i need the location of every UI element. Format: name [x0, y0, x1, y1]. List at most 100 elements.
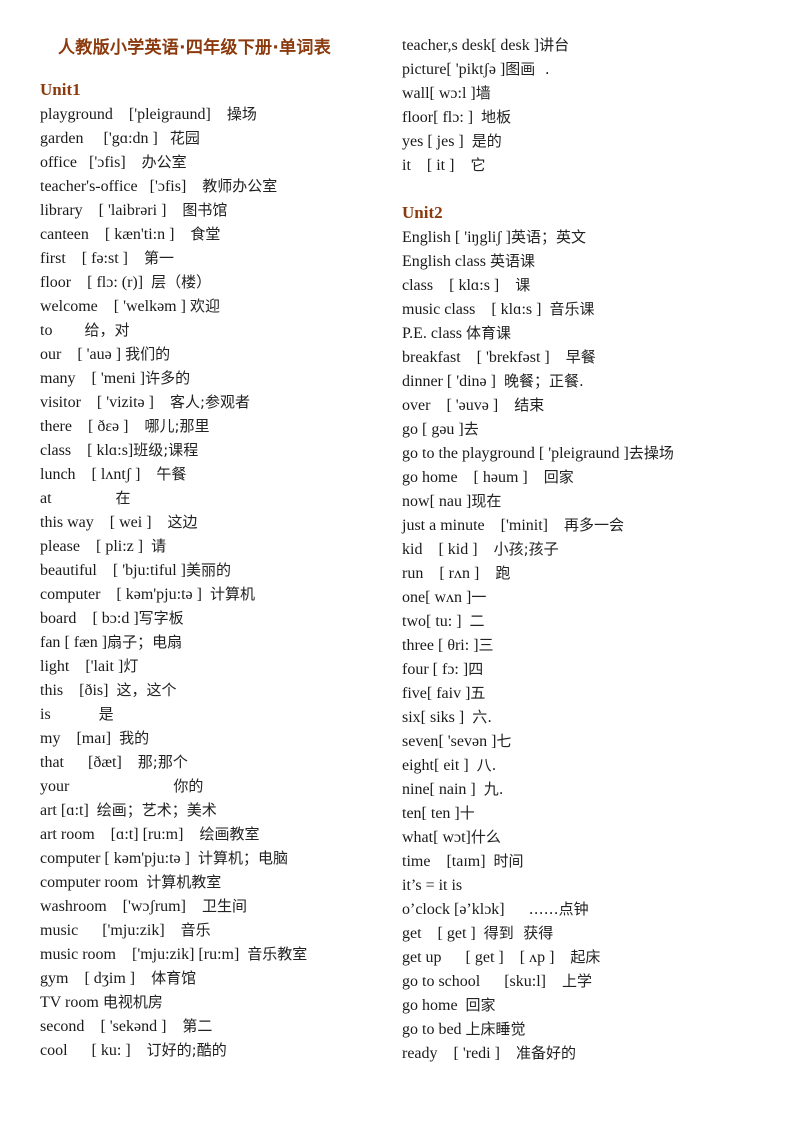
entry-word: cool	[40, 1042, 68, 1059]
spacing	[548, 517, 564, 534]
entry-meaning: 再多一会	[563, 516, 624, 534]
vocab-entry: garden ['gɑ:dn ] 花园	[40, 126, 400, 150]
entry-meaning: 是的	[471, 132, 502, 150]
vocab-entry: computer room 计算机教室	[40, 870, 400, 894]
entry-phonetic: [ wei ]	[109, 514, 152, 531]
spacing	[499, 277, 515, 294]
vocab-entry: computer [ kəm'pju:tə ] 计算机；电脑	[40, 846, 400, 870]
entry-word: garden	[40, 130, 84, 147]
page-title: 人教版小学英语·四年级下册·单词表	[58, 38, 332, 58]
entry-phonetic: [ rʌn ]	[439, 565, 480, 582]
vocab-entry: one[ wʌn ]一	[402, 585, 762, 609]
entry-phonetic: [ tu: ]	[426, 613, 462, 630]
entry-word: lunch	[40, 466, 76, 483]
entry-word: beautiful	[40, 562, 97, 579]
entry-word: many	[40, 370, 76, 387]
entry-meaning: 教师办公室	[202, 177, 278, 195]
entry-meaning: 四	[468, 660, 484, 678]
spacing	[63, 682, 79, 699]
vocab-entry: breakfast [ 'brekfəst ] 早餐	[402, 345, 762, 369]
entry-word: it’s = it is	[402, 877, 463, 894]
spacing	[69, 658, 85, 675]
entry-word: now	[402, 493, 430, 510]
entry-phonetic: [ 'welkəm ]	[113, 298, 186, 315]
entry-phonetic: [ 'dinə ]	[446, 373, 496, 390]
entry-meaning: 它	[470, 156, 486, 174]
entry-phonetic: ['lait ]	[85, 658, 124, 675]
entry-phonetic: [ siks ]	[420, 709, 465, 726]
vocab-entry: first [ fə:st ] 第一	[40, 246, 400, 270]
entry-meaning: 客人;参观者	[169, 393, 251, 411]
spacing	[76, 610, 92, 627]
entry-meaning: 跑	[495, 564, 511, 582]
entry-word: floor	[40, 274, 72, 291]
entry-word: music room	[40, 946, 116, 963]
vocab-entry: over [ 'əuvə ] 结束	[402, 393, 762, 417]
entry-phonetic: [ðæt]	[88, 754, 122, 771]
entry-meaning: 绘画；艺术；美术	[96, 801, 217, 819]
entry-word: teacher,s desk	[402, 37, 492, 54]
spacing	[89, 226, 105, 243]
vocab-entry: now[ nau ]现在	[402, 489, 762, 513]
entry-word: four	[402, 661, 429, 678]
spacing	[202, 586, 210, 603]
entry-meaning: 扇子；电扇	[107, 633, 183, 651]
entry-word: o’clock	[402, 901, 450, 918]
entry-word: office	[40, 154, 78, 171]
spacing	[68, 970, 84, 987]
spacing	[473, 109, 481, 126]
spacing	[52, 490, 116, 507]
spacing	[505, 901, 529, 918]
entry-word: over	[402, 397, 431, 414]
entry-word: eight	[402, 757, 434, 774]
spacing	[71, 442, 87, 459]
entry-phonetic: [ 'meni ]	[91, 370, 146, 387]
entry-phonetic: ['ɔfis]	[149, 178, 187, 195]
entry-meaning: 请	[151, 537, 167, 555]
spacing	[458, 469, 474, 486]
spacing	[190, 850, 198, 867]
spacing	[152, 514, 168, 531]
entry-phonetic: [ gəu ]	[422, 421, 464, 438]
entry-phonetic: [ fə:st ]	[81, 250, 128, 267]
spacing	[64, 754, 88, 771]
entry-word: computer	[40, 850, 101, 867]
entry-phonetic: [maɪ]	[76, 730, 112, 747]
entry-meaning: 灯	[123, 657, 139, 675]
entry-word: one	[402, 589, 426, 606]
entry-word: kid	[402, 541, 423, 558]
spacing	[140, 466, 156, 483]
vocab-entry: TV room 电视机房	[40, 990, 400, 1014]
entry-word: English	[402, 229, 451, 246]
entry-meaning: 班级;课程	[133, 441, 199, 459]
entry-word: our	[40, 346, 62, 363]
vocab-entry: run [ rʌn ] 跑	[402, 561, 762, 585]
entry-meaning: 第一	[143, 249, 174, 267]
entry-word: music	[40, 922, 79, 939]
entry-word: library	[40, 202, 83, 219]
spacing	[433, 277, 449, 294]
entry-meaning: 七	[496, 732, 512, 750]
vocab-entry: many [ 'meni ]许多的	[40, 366, 400, 390]
spacing	[430, 397, 446, 414]
spacing	[462, 613, 470, 630]
entry-phonetic: [ 'pleigraund ]	[538, 445, 629, 462]
spacing	[52, 322, 84, 339]
spacing	[479, 565, 495, 582]
entry-word: get up	[402, 949, 442, 966]
entry-meaning: 午餐	[156, 465, 187, 483]
vocab-entry: at 在	[40, 486, 400, 510]
vocabulary-page: 人教版小学英语·四年级下册·单词表 Unit1 playground ['ple…	[0, 0, 793, 1122]
entry-phonetic: [ pli:z ]	[95, 538, 144, 555]
vocab-entry: it’s = it is	[402, 873, 762, 897]
unit-heading: Unit1	[40, 80, 81, 99]
entry-meaning: 一	[471, 588, 487, 606]
spacing	[430, 853, 446, 870]
entry-phonetic: [ wʌn ]	[425, 589, 472, 606]
word-list: teacher,s desk[ desk ]讲台 picture[ 'piktʃə…	[402, 33, 762, 177]
entry-word: gym	[40, 970, 69, 987]
entry-word: nine	[402, 781, 430, 798]
spacing	[128, 418, 144, 435]
vocab-entry: our [ 'auə ] 我们的	[40, 342, 400, 366]
